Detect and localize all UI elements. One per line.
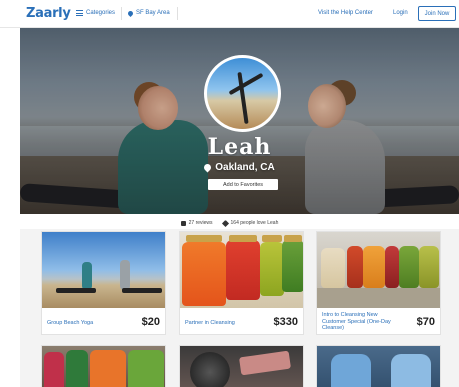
join-now-button[interactable]: Join Now <box>418 6 456 21</box>
jar-shape <box>182 242 226 306</box>
bottle-shape <box>391 354 431 387</box>
profile-hero: Leah Oakland, CA Add to Favorites <box>20 28 459 214</box>
listing-image <box>42 232 165 308</box>
heart-icon <box>221 219 229 227</box>
listing-price: $20 <box>141 316 160 328</box>
figure-shape <box>120 260 130 290</box>
profile-stats: 27 reviews 164 people love Leah <box>0 217 459 229</box>
loves-count: 164 people love Leah <box>230 220 279 226</box>
jar-shape <box>66 350 88 387</box>
jar-shape <box>90 350 126 387</box>
jar-shape <box>399 246 419 288</box>
categories-label: Categories <box>86 10 116 16</box>
add-to-favorites-button[interactable]: Add to Favorites <box>208 179 278 190</box>
nav-divider <box>177 7 178 20</box>
jar-shape <box>363 246 385 288</box>
reviews-count: 27 reviews <box>188 220 213 226</box>
listing-card[interactable]: Group Beach Yoga $20 <box>41 231 166 335</box>
top-nav: Zaarly Categories SF Bay Area Visit the … <box>0 0 459 28</box>
listing-card[interactable] <box>41 345 166 387</box>
bottle-shape <box>331 354 371 387</box>
jar-shape <box>385 246 399 288</box>
listing-image <box>317 346 440 387</box>
profile-avatar <box>204 55 281 132</box>
figure-shape <box>82 262 92 290</box>
package-shape <box>238 350 292 376</box>
figure-leg-shape <box>56 288 96 293</box>
listing-image <box>180 232 303 308</box>
listing-title[interactable]: Intro to Cleansing New Customer Special … <box>322 312 400 332</box>
jar-shape <box>260 242 284 296</box>
location-selector[interactable]: SF Bay Area <box>126 9 170 17</box>
listing-price: $330 <box>273 316 298 328</box>
reviews-stat[interactable]: 27 reviews <box>180 220 213 226</box>
lid-shape <box>190 352 230 387</box>
jar-lid-shape <box>186 235 222 242</box>
table-surface <box>317 288 440 308</box>
jar-shape <box>128 350 164 387</box>
jar-lid-shape <box>229 235 257 242</box>
profile-location: Oakland, CA <box>20 162 459 173</box>
jar-shape <box>347 246 363 288</box>
jar-shape <box>44 352 64 387</box>
listing-image <box>42 346 165 387</box>
categories-menu[interactable]: Categories <box>76 10 115 16</box>
jar-lid-shape <box>262 235 282 242</box>
nav-divider <box>121 7 122 20</box>
profile-name: Leah <box>207 134 272 160</box>
jar-shape <box>321 248 345 288</box>
listing-card[interactable] <box>316 345 441 387</box>
loves-stat[interactable]: 164 people love Leah <box>221 219 279 227</box>
menu-lines-icon <box>76 10 83 16</box>
location-pin-icon <box>202 162 213 173</box>
zaarly-logo[interactable]: Zaarly <box>26 6 71 21</box>
jar-shape <box>419 246 439 288</box>
listing-image <box>180 346 303 387</box>
avatar-figure-arm <box>228 72 264 96</box>
figure-leg-shape <box>122 288 162 293</box>
profile-location-text: Oakland, CA <box>215 162 275 173</box>
help-center-link[interactable]: Visit the Help Center <box>318 10 373 16</box>
thumbs-up-icon <box>180 220 186 226</box>
listing-price: $70 <box>416 316 435 328</box>
listing-title[interactable]: Partner in Cleansing <box>185 320 263 327</box>
listing-card[interactable] <box>179 345 304 387</box>
listing-card[interactable]: Partner in Cleansing $330 <box>179 231 304 335</box>
jar-shape <box>282 240 303 292</box>
jar-shape <box>226 240 260 300</box>
listing-card[interactable]: Intro to Cleansing New Customer Special … <box>316 231 441 335</box>
location-label: SF Bay Area <box>136 10 170 16</box>
listing-image <box>317 232 440 308</box>
jar-lid-shape <box>284 235 302 242</box>
listing-title[interactable]: Group Beach Yoga <box>47 320 125 327</box>
location-pin-icon <box>126 9 135 17</box>
login-link[interactable]: Login <box>393 10 408 16</box>
